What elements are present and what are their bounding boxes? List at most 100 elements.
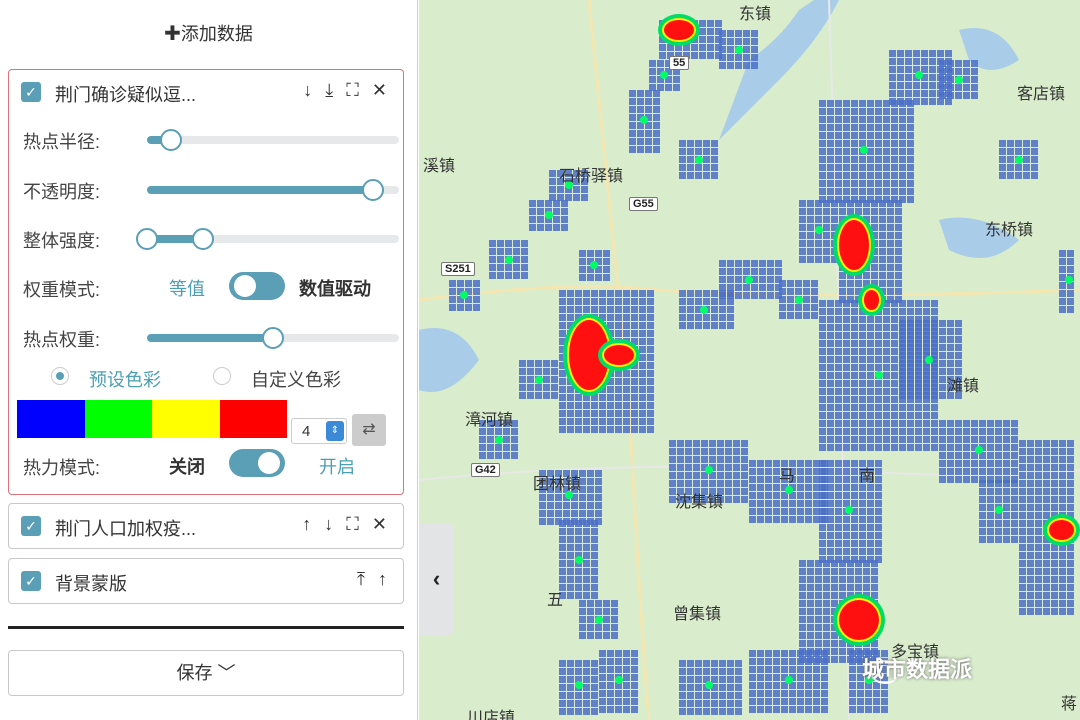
heat-cell <box>657 84 664 91</box>
heat-cell <box>685 456 692 463</box>
add-data-button[interactable]: ✚添加数据 <box>0 20 417 46</box>
heat-cell <box>679 306 686 313</box>
swap-colors-button[interactable]: ⇄ <box>352 414 386 446</box>
move-top-icon[interactable]: ⤒ <box>357 569 369 590</box>
heat-cell <box>815 632 822 639</box>
heat-cell <box>561 208 568 215</box>
intensity-knob-high[interactable] <box>192 228 214 250</box>
heat-mode-toggle[interactable] <box>229 449 285 477</box>
heat-cell <box>571 510 578 517</box>
heat-cell <box>781 666 788 673</box>
heat-point <box>955 76 963 84</box>
move-down-icon[interactable]: ↓ <box>324 514 337 535</box>
heat-cell <box>647 346 654 353</box>
preset-color-label[interactable]: 预设色彩 <box>89 366 161 392</box>
custom-color-label[interactable]: 自定义色彩 <box>251 366 341 392</box>
heat-cell <box>567 584 574 591</box>
heat-cell <box>789 698 796 705</box>
heat-cell <box>875 420 882 427</box>
move-down-icon[interactable]: ↓ <box>303 80 316 101</box>
custom-color-radio[interactable] <box>213 367 231 385</box>
heat-cell <box>719 54 726 61</box>
opacity-knob[interactable] <box>362 179 384 201</box>
opacity-slider[interactable] <box>147 179 399 201</box>
heat-cell <box>623 682 630 689</box>
layer-3-checkbox[interactable]: ✓ <box>21 571 41 591</box>
weight-mode-value[interactable]: 数值驱动 <box>299 275 371 301</box>
heat-cell <box>815 216 822 223</box>
heat-cell <box>929 50 936 57</box>
heat-cell <box>847 288 854 295</box>
heat-cell <box>987 528 994 535</box>
move-up-icon[interactable]: ↑ <box>378 569 391 590</box>
heat-cell <box>835 492 842 499</box>
heat-core <box>604 345 634 365</box>
heat-cell <box>1059 464 1066 471</box>
weight-mode-toggle[interactable] <box>229 272 285 300</box>
heat-cell <box>473 296 480 303</box>
hot-weight-slider[interactable] <box>147 327 399 349</box>
heat-cell <box>789 500 796 507</box>
close-icon[interactable]: ✕ <box>372 80 391 101</box>
collapse-panel-button[interactable]: ‹ <box>419 523 454 635</box>
heat-mode-on[interactable]: 开启 <box>319 453 355 479</box>
radius-slider[interactable] <box>147 129 399 151</box>
close-icon[interactable]: ✕ <box>372 514 391 535</box>
heat-cell <box>505 248 512 255</box>
move-up-icon[interactable]: ↑ <box>302 514 315 535</box>
heat-cell <box>915 384 922 391</box>
heat-cell <box>797 460 804 467</box>
move-bottom-icon[interactable]: ⤓ <box>325 80 337 101</box>
layer-2-checkbox[interactable]: ✓ <box>21 516 41 536</box>
heat-cell <box>835 404 842 411</box>
heat-cell <box>875 180 882 187</box>
intensity-knob-low[interactable] <box>136 228 158 250</box>
heat-cell <box>799 632 806 639</box>
heat-mode-off[interactable]: 关闭 <box>169 453 205 479</box>
heat-cell <box>835 316 842 323</box>
intensity-slider[interactable] <box>136 228 399 250</box>
heat-cell <box>819 172 826 179</box>
heat-cell <box>679 164 686 171</box>
heat-cell <box>757 516 764 523</box>
heat-cell <box>727 292 734 299</box>
heat-cell <box>827 388 834 395</box>
stepper-icon[interactable]: ⇕ <box>326 421 344 441</box>
heat-cell <box>923 368 930 375</box>
expand-icon[interactable]: ⛶ <box>346 80 363 101</box>
color-count-stepper[interactable]: 4 ⇕ <box>291 418 347 444</box>
heat-cell <box>1035 456 1042 463</box>
heat-cell <box>767 268 774 275</box>
radius-knob[interactable] <box>160 129 182 151</box>
heat-cell <box>819 308 826 315</box>
color-palette[interactable] <box>17 400 287 438</box>
heat-cell <box>1019 552 1026 559</box>
heat-cell <box>695 298 702 305</box>
heat-cell <box>915 420 922 427</box>
heat-cell <box>1043 568 1050 575</box>
heat-cell <box>907 368 914 375</box>
heat-cell <box>695 692 702 699</box>
expand-icon[interactable]: ⛶ <box>346 514 363 535</box>
map-view[interactable]: 石桥驿镇 溪镇 东桥镇 客店镇 漳河镇 团林镇 沈集镇 曾集镇 多宝镇 川店镇 … <box>419 0 1080 720</box>
heat-cell <box>591 592 598 599</box>
heat-cell <box>937 98 944 105</box>
heat-cell <box>575 536 582 543</box>
preset-color-radio[interactable] <box>51 367 69 385</box>
heat-cell <box>727 30 734 37</box>
heat-cell <box>749 666 756 673</box>
hot-weight-knob[interactable] <box>262 327 284 349</box>
heat-cell <box>907 196 914 203</box>
heat-cell <box>567 290 574 297</box>
heat-cell <box>789 658 796 665</box>
heat-cell <box>907 428 914 435</box>
heat-cell <box>535 384 542 391</box>
heat-cell <box>859 156 866 163</box>
save-button[interactable]: 保存 ﹀ <box>8 650 404 696</box>
heat-cell <box>695 700 702 707</box>
layer-1-checkbox[interactable]: ✓ <box>21 82 41 102</box>
heat-cell <box>947 352 954 359</box>
heat-cell <box>827 188 834 195</box>
heat-cell <box>813 658 820 665</box>
weight-mode-equal[interactable]: 等值 <box>169 275 205 301</box>
